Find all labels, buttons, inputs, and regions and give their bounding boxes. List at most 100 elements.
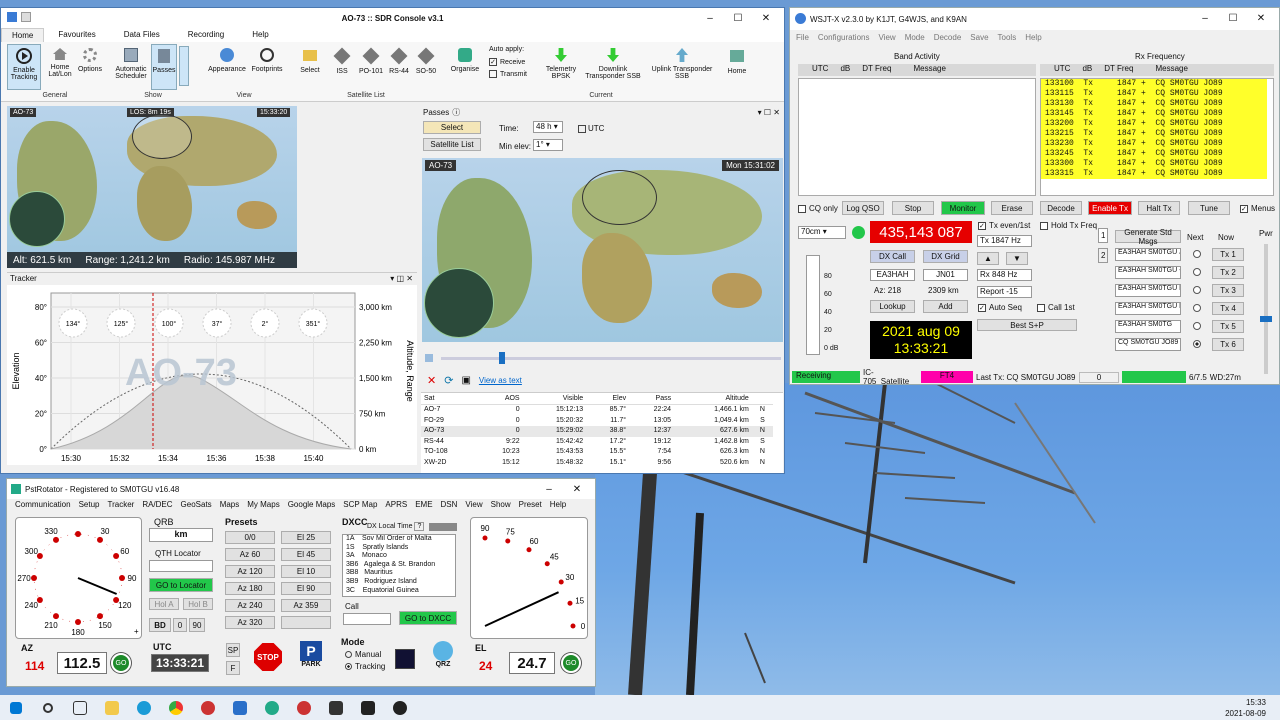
sp-button[interactable]: SP bbox=[226, 643, 240, 657]
system-clock[interactable]: 15:33 2021-08-09 bbox=[1225, 697, 1280, 719]
close-icon[interactable]: ✕ bbox=[752, 8, 780, 30]
menu-view[interactable]: View bbox=[878, 33, 895, 42]
log-qso-button[interactable]: Log QSO bbox=[842, 201, 884, 215]
menu-ra-dec[interactable]: RA/DEC bbox=[142, 500, 172, 509]
rx-frequency-list[interactable]: 133100 Tx 1847 + CQ SM0TGU JO89 133115 Tx… bbox=[1040, 78, 1274, 196]
dx-grid-input[interactable]: JN01 bbox=[923, 269, 968, 281]
tab-data-files[interactable]: Data Files bbox=[110, 28, 174, 42]
tab-favourites[interactable]: Favourites bbox=[44, 28, 109, 42]
edge-icon[interactable] bbox=[128, 695, 160, 720]
tx-2-button[interactable]: Tx 2 bbox=[1212, 266, 1244, 279]
passes-world-map[interactable]: AO-73 Mon 15:31:02 bbox=[422, 158, 783, 342]
stop-sign-button[interactable]: STOP bbox=[254, 643, 282, 671]
preset-button[interactable]: 0/0 bbox=[225, 531, 275, 544]
passes-row[interactable]: TO-108 10:23 15:43:53 15.5° 7:54 626.3 km N bbox=[421, 447, 773, 458]
menus-checkbox[interactable]: ✓ bbox=[1240, 204, 1248, 213]
menu-scp-map[interactable]: SCP Map bbox=[343, 500, 377, 509]
stop-button[interactable]: Stop bbox=[892, 201, 934, 215]
search-icon[interactable] bbox=[32, 695, 64, 720]
next-radio[interactable] bbox=[1193, 268, 1201, 276]
next-radio[interactable] bbox=[1193, 340, 1201, 348]
rx-row[interactable]: 133115 Tx 1847 + CQ SM0TGU JO89 bbox=[1041, 89, 1267, 99]
menu-save[interactable]: Save bbox=[970, 33, 988, 42]
bd-90-button[interactable]: 90 bbox=[189, 618, 205, 632]
azimuth-dial[interactable]: 330 30 300 60 270 90 240 120 210 150 180 + bbox=[15, 517, 142, 639]
go-to-locator-button[interactable]: GO to Locator bbox=[149, 578, 213, 592]
organise-button[interactable]: Organise bbox=[447, 44, 483, 73]
hol-a-button[interactable]: Hol A bbox=[149, 598, 179, 610]
dx-grid-button[interactable]: DX Grid bbox=[923, 250, 968, 263]
help-icon[interactable]: ? bbox=[414, 522, 425, 531]
enable-tx-button[interactable]: Enable Tx bbox=[1088, 201, 1132, 215]
chrome-icon[interactable] bbox=[160, 695, 192, 720]
tx-message-field[interactable]: EA3HAH SM0TGU JO bbox=[1115, 248, 1181, 261]
tx-1-button[interactable]: Tx 1 bbox=[1212, 248, 1244, 261]
dxcc-list-item[interactable]: 3A Monaco bbox=[346, 552, 455, 561]
tab-recording[interactable]: Recording bbox=[174, 28, 238, 42]
minimize-icon[interactable]: – bbox=[1191, 8, 1219, 30]
tx-4-button[interactable]: Tx 4 bbox=[1212, 302, 1244, 315]
menu-tools[interactable]: Tools bbox=[998, 33, 1017, 42]
receive-checkbox[interactable]: ✓ bbox=[489, 58, 497, 66]
menu-help[interactable]: Help bbox=[1025, 33, 1041, 42]
rx-row[interactable]: 133200 Tx 1847 + CQ SM0TGU JO89 bbox=[1041, 119, 1267, 129]
minimize-icon[interactable]: – bbox=[696, 8, 724, 30]
el-go-button[interactable]: GO bbox=[561, 653, 581, 673]
preset-button[interactable]: Az 120 bbox=[225, 565, 275, 578]
sat-po101-button[interactable]: PO-101 bbox=[357, 44, 385, 75]
footprints-button[interactable]: Footprints bbox=[245, 44, 289, 73]
lock-icon[interactable] bbox=[425, 354, 433, 362]
manual-radio[interactable] bbox=[345, 651, 352, 658]
passes-row[interactable]: AO-7 0 15:12:13 85.7° 22:24 1,466.1 km N bbox=[421, 405, 773, 416]
pwr-thumb[interactable] bbox=[1260, 316, 1272, 322]
menu-my-maps[interactable]: My Maps bbox=[247, 500, 279, 509]
dxcc-list-item[interactable]: 3B8 Mauritius bbox=[346, 569, 455, 578]
park-button[interactable]: P PARK bbox=[298, 641, 324, 673]
home-latlon-button[interactable]: Home Lat/Lon bbox=[45, 44, 75, 78]
next-radio[interactable] bbox=[1193, 304, 1201, 312]
preset-button[interactable]: Az 60 bbox=[225, 548, 275, 561]
uplink-button[interactable]: Uplink Transponder SSB bbox=[651, 44, 713, 80]
add-button[interactable]: Add bbox=[923, 300, 968, 313]
sat-rs44-button[interactable]: RS-44 bbox=[387, 44, 411, 75]
menu-decode[interactable]: Decode bbox=[934, 33, 962, 42]
menu-preset[interactable]: Preset bbox=[519, 500, 542, 509]
sat-so50-button[interactable]: SO-50 bbox=[413, 44, 439, 75]
rx-row[interactable]: 133230 Tx 1847 + CQ SM0TGU JO89 bbox=[1041, 139, 1267, 149]
menu-setup[interactable]: Setup bbox=[79, 500, 100, 509]
rx-row[interactable]: 133145 Tx 1847 + CQ SM0TGU JO89 bbox=[1041, 109, 1267, 119]
preset-button[interactable] bbox=[281, 616, 331, 629]
tx-3-button[interactable]: Tx 3 bbox=[1212, 284, 1244, 297]
app-icon-red2[interactable] bbox=[288, 695, 320, 720]
downlink-button[interactable]: Downlink Transponder SSB bbox=[583, 44, 643, 80]
passes-button[interactable]: Passes bbox=[151, 44, 177, 90]
bd-button[interactable]: BD bbox=[149, 618, 171, 632]
dxcc-list-item[interactable]: 1A Sov Mil Order of Malta bbox=[346, 535, 455, 544]
hold-tx-checkbox[interactable] bbox=[1040, 221, 1048, 230]
select-sat-button[interactable]: Select bbox=[297, 44, 323, 74]
automatic-scheduler-button[interactable]: Automatic Scheduler bbox=[113, 44, 149, 80]
passes-select-button[interactable]: Select bbox=[423, 121, 481, 134]
passes-col-header[interactable] bbox=[751, 393, 773, 405]
qth-locator-input[interactable] bbox=[149, 560, 213, 572]
dxcc-list-item[interactable]: 3B9 Rodriguez Island bbox=[346, 578, 455, 587]
enable-tracking-button[interactable]: Enable Tracking bbox=[7, 44, 41, 90]
passes-col-header[interactable]: AOS bbox=[477, 393, 523, 405]
tab-help[interactable]: Help bbox=[238, 28, 282, 42]
menu-tracker[interactable]: Tracker bbox=[107, 500, 134, 509]
tx-message-field[interactable]: EA3HAH SM0TGU R- bbox=[1115, 284, 1181, 297]
rx-row[interactable]: 133130 Tx 1847 + CQ SM0TGU JO89 bbox=[1041, 99, 1267, 109]
close-icon[interactable]: ✕ bbox=[1247, 8, 1275, 30]
preset-button[interactable]: Az 359 bbox=[281, 599, 331, 612]
report-spinbox[interactable]: Report -15 bbox=[977, 286, 1032, 298]
menu-maps[interactable]: Maps bbox=[220, 500, 240, 509]
preset-button[interactable]: El 90 bbox=[281, 582, 331, 595]
call-input[interactable] bbox=[343, 613, 391, 625]
time-select[interactable]: 48 h ▾ bbox=[533, 121, 563, 133]
passes-col-header[interactable]: Sat bbox=[421, 393, 478, 405]
rx-row[interactable]: 133245 Tx 1847 + CQ SM0TGU JO89 bbox=[1041, 149, 1267, 159]
passes-controls-icon[interactable]: ▾ ☐ ✕ bbox=[758, 108, 784, 117]
menu-file[interactable]: File bbox=[796, 33, 809, 42]
app-icon-dark[interactable] bbox=[320, 695, 352, 720]
tab-1[interactable]: 1 bbox=[1098, 228, 1109, 243]
